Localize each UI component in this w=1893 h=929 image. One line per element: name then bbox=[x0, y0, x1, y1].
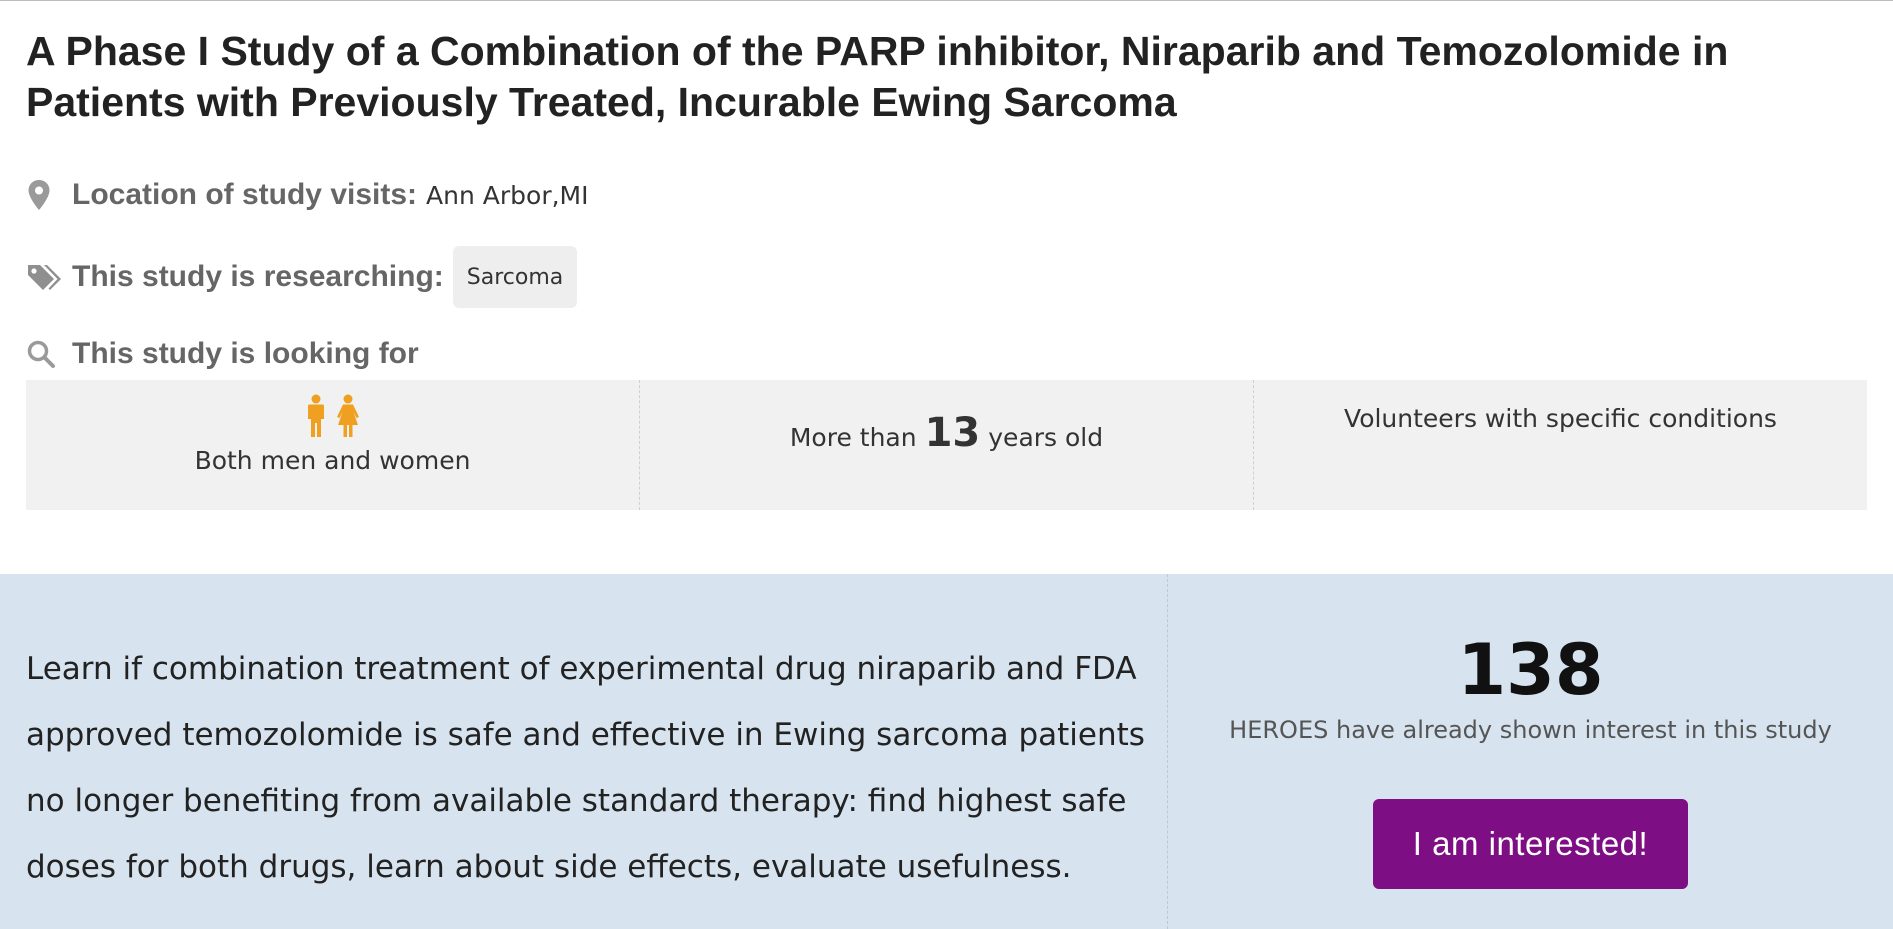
gender-criterion: Both men and women bbox=[26, 380, 639, 510]
male-icon bbox=[307, 394, 324, 437]
location-value: Ann Arbor,MI bbox=[426, 180, 589, 210]
interest-caption: HEROES have already shown interest in th… bbox=[1229, 716, 1832, 744]
volunteer-criterion: Volunteers with specific conditions bbox=[1253, 380, 1867, 510]
age-prefix: More than bbox=[789, 423, 917, 452]
looking-for-row: This study is looking for bbox=[26, 334, 419, 374]
study-summary: Learn if combination treatment of experi… bbox=[26, 651, 1145, 885]
eligibility-criteria: Both men and women More than 13 years ol… bbox=[26, 380, 1867, 510]
researching-row: This study is researching: Sarcoma bbox=[26, 246, 578, 308]
study-summary-band: Learn if combination treatment of experi… bbox=[0, 574, 1893, 929]
tags-icon bbox=[26, 262, 62, 292]
study-title: A Phase I Study of a Combination of the … bbox=[26, 28, 1729, 125]
looking-for-label: This study is looking for bbox=[72, 337, 419, 370]
age-criterion: More than 13 years old bbox=[639, 380, 1253, 510]
volunteer-text: Volunteers with specific conditions bbox=[1344, 404, 1777, 433]
location-label: Location of study visits: bbox=[72, 178, 418, 211]
top-divider bbox=[0, 0, 1893, 1]
age-suffix: years old bbox=[988, 423, 1104, 452]
interest-panel: 138 HEROES have already shown interest i… bbox=[1168, 574, 1893, 929]
female-icon bbox=[336, 394, 359, 437]
gender-text: Both men and women bbox=[194, 446, 471, 475]
researching-label: This study is researching: bbox=[72, 260, 444, 293]
location-row: Location of study visits: Ann Arbor,MI bbox=[26, 172, 588, 218]
gender-icons bbox=[303, 394, 363, 438]
search-icon bbox=[26, 339, 62, 369]
condition-tag[interactable]: Sarcoma bbox=[452, 246, 578, 308]
interested-button[interactable]: I am interested! bbox=[1373, 799, 1688, 889]
age-number: 13 bbox=[924, 410, 981, 456]
map-pin-icon bbox=[26, 179, 62, 211]
age-line: More than 13 years old bbox=[790, 410, 1103, 456]
interest-count: 138 bbox=[1457, 629, 1604, 711]
